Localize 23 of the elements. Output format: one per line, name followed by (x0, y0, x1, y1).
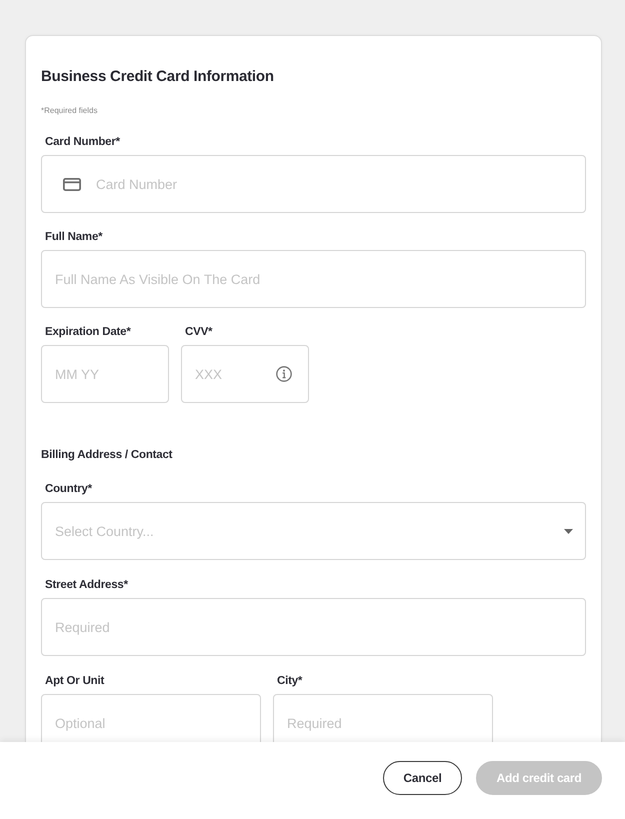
form-title: Business Credit Card Information (41, 67, 274, 87)
input-field[interactable]: Required (41, 598, 586, 656)
field-label: CVV* (185, 325, 212, 340)
info-icon (276, 366, 292, 382)
input-field[interactable]: Card Number (41, 155, 586, 213)
field-label: Expiration Date* (45, 325, 131, 340)
input-field[interactable]: Optional (41, 694, 261, 742)
section-heading: Billing Address / Contact (41, 448, 172, 463)
input-field[interactable]: XXX (181, 345, 309, 403)
input-field[interactable]: MM YY (41, 345, 169, 403)
field-label: Country* (45, 482, 92, 497)
dropdown-field[interactable]: Select Country... (41, 502, 586, 560)
credit-card-icon (63, 178, 81, 191)
dropdown-caret-icon (564, 529, 573, 534)
field-label: Apt Or Unit (45, 674, 104, 689)
required-note: *Required fields (41, 105, 98, 117)
field-label: Street Address* (45, 578, 128, 593)
field-label: City* (277, 674, 302, 689)
cancel-button[interactable]: Cancel (383, 761, 462, 795)
input-field[interactable]: Required (273, 694, 493, 742)
field-label: Full Name* (45, 230, 102, 245)
input-field[interactable]: Full Name As Visible On The Card (41, 250, 586, 308)
field-label: Card Number* (45, 135, 120, 150)
